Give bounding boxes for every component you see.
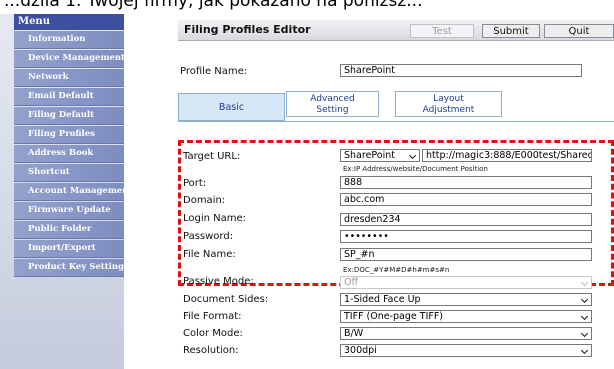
menu-item-firmware-update[interactable]: Firmware Update <box>14 202 124 220</box>
port-label: Port: <box>183 178 207 189</box>
target-url-input[interactable]: http://magic3:888/E000test/Shared% <box>422 149 592 162</box>
resolution-select[interactable]: 300dpi <box>340 344 592 357</box>
file-name-label: File Name: <box>183 249 236 260</box>
document-sides-select[interactable]: 1-Sided Face Up <box>340 293 592 306</box>
password-input[interactable]: •••••••• <box>340 230 592 243</box>
login-name-label: Login Name: <box>183 213 247 224</box>
menu-item-address-book[interactable]: Address Book <box>14 145 124 163</box>
domain-input[interactable]: abc.com <box>340 193 592 206</box>
target-protocol-select[interactable]: SharePoint <box>340 149 420 162</box>
port-input[interactable]: 888 <box>340 176 592 189</box>
password-label: Password: <box>183 231 234 242</box>
file-format-label: File Format: <box>183 311 242 322</box>
passive-mode-select[interactable]: Off <box>340 276 592 289</box>
color-mode-label: Color Mode: <box>183 328 243 339</box>
test-button[interactable]: Test <box>410 24 474 38</box>
menu-item-email-default[interactable]: Email Default <box>14 88 124 106</box>
color-mode-select[interactable]: B/W <box>340 327 592 340</box>
tab-bar: Basic Advanced Setting Layout Adjustment <box>178 91 614 131</box>
tab-advanced-line2: Setting <box>316 105 349 115</box>
document-sides-label: Document Sides: <box>183 294 269 305</box>
tab-layout-adjustment[interactable]: Layout Adjustment <box>395 91 502 117</box>
login-name-input[interactable]: dresden234 <box>340 213 592 226</box>
menu-header: Menu <box>14 14 124 30</box>
menu-item-device-management[interactable]: Device Management <box>14 50 124 68</box>
tab-layout-line2: Adjustment <box>422 105 475 115</box>
sidebar: Menu Information Device Management Netwo… <box>0 14 124 369</box>
tab-advanced-line1: Advanced <box>310 94 355 104</box>
file-name-input[interactable]: SP_#n <box>340 248 592 261</box>
filing-profiles-editor: Filing Profiles Editor Test Submit Quit … <box>178 14 614 369</box>
tab-divider <box>178 121 614 122</box>
menu-item-filing-default[interactable]: Filing Default <box>14 107 124 125</box>
editor-title-bar: Filing Profiles Editor Test Submit Quit <box>178 20 614 41</box>
file-format-select[interactable]: TIFF (One-page TIFF) <box>340 310 592 323</box>
caption-text: ...dziia 1. Twojej firmy, jak pokazano n… <box>4 0 423 11</box>
menu-item-account-management[interactable]: Account Management <box>14 183 124 201</box>
target-url-hint: Ex:IP Address/website/Document Position <box>343 165 488 173</box>
resolution-label: Resolution: <box>183 345 239 356</box>
editor-title: Filing Profiles Editor <box>184 23 311 36</box>
profile-name-input[interactable]: SharePoint <box>340 64 582 77</box>
target-url-label: Target URL: <box>183 151 241 162</box>
profile-name-label: Profile Name: <box>180 66 248 77</box>
menu-item-shortcut[interactable]: Shortcut <box>14 164 124 182</box>
menu: Menu Information Device Management Netwo… <box>14 14 124 277</box>
menu-item-information[interactable]: Information <box>14 31 124 49</box>
domain-label: Domain: <box>183 195 226 206</box>
menu-item-import-export[interactable]: Import/Export <box>14 240 124 258</box>
quit-button[interactable]: Quit <box>544 24 614 38</box>
submit-button[interactable]: Submit <box>482 24 540 38</box>
menu-item-public-folder[interactable]: Public Folder <box>14 221 124 239</box>
file-name-hint: Ex:DOC_#Y#M#D#h#m#s#n <box>343 266 450 274</box>
menu-item-filing-profiles[interactable]: Filing Profiles <box>14 126 124 144</box>
menu-item-network[interactable]: Network <box>14 69 124 87</box>
passive-mode-label: Passive Mode: <box>183 276 254 287</box>
tab-advanced-setting[interactable]: Advanced Setting <box>286 91 379 117</box>
tab-basic[interactable]: Basic <box>178 93 285 121</box>
menu-item-product-key-setting[interactable]: Product Key Setting <box>14 259 124 277</box>
tab-layout-line1: Layout <box>433 94 464 104</box>
